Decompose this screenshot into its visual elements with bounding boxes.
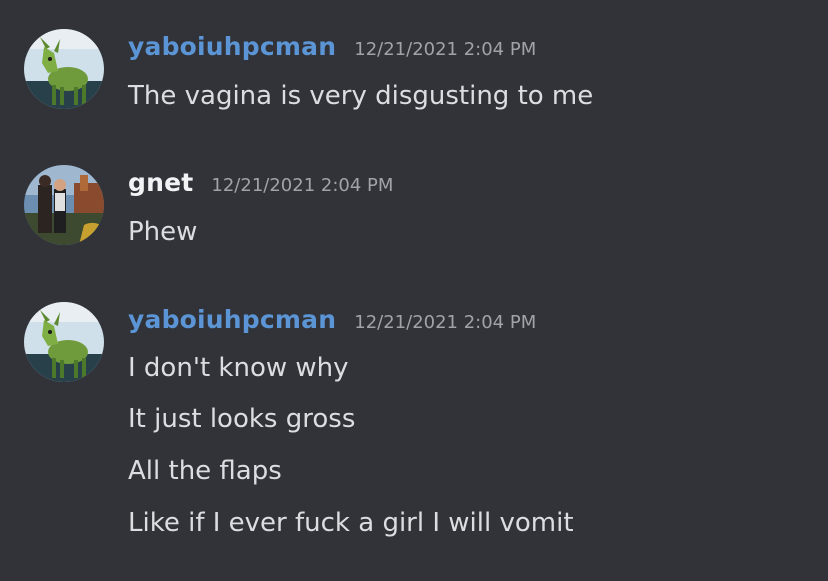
message-text: Phew bbox=[128, 217, 198, 247]
message-text: All the flaps bbox=[128, 456, 282, 486]
message-header: gnet 12/21/2021 2:04 PM bbox=[128, 168, 393, 204]
username[interactable]: yaboiuhpcman bbox=[128, 32, 336, 61]
chat-message-list: yaboiuhpcman 12/21/2021 2:04 PM The vagi… bbox=[0, 0, 828, 581]
timestamp: 12/21/2021 2:04 PM bbox=[211, 175, 394, 196]
message-text: Like if I ever fuck a girl I will vomit bbox=[128, 508, 574, 538]
message-header: yaboiuhpcman 12/21/2021 2:04 PM bbox=[128, 305, 536, 341]
username[interactable]: gnet bbox=[128, 168, 193, 197]
message-text: I don't know why bbox=[128, 353, 349, 383]
deer-avatar-icon[interactable] bbox=[24, 29, 104, 109]
deer-avatar-icon[interactable] bbox=[24, 302, 104, 382]
person-photo-avatar-icon[interactable] bbox=[24, 165, 104, 245]
message-text: It just looks gross bbox=[128, 404, 356, 434]
timestamp: 12/21/2021 2:04 PM bbox=[354, 39, 537, 60]
message-header: yaboiuhpcman 12/21/2021 2:04 PM bbox=[128, 32, 536, 68]
username[interactable]: yaboiuhpcman bbox=[128, 305, 336, 334]
timestamp: 12/21/2021 2:04 PM bbox=[354, 312, 537, 333]
message-text: The vagina is very disgusting to me bbox=[128, 81, 594, 111]
